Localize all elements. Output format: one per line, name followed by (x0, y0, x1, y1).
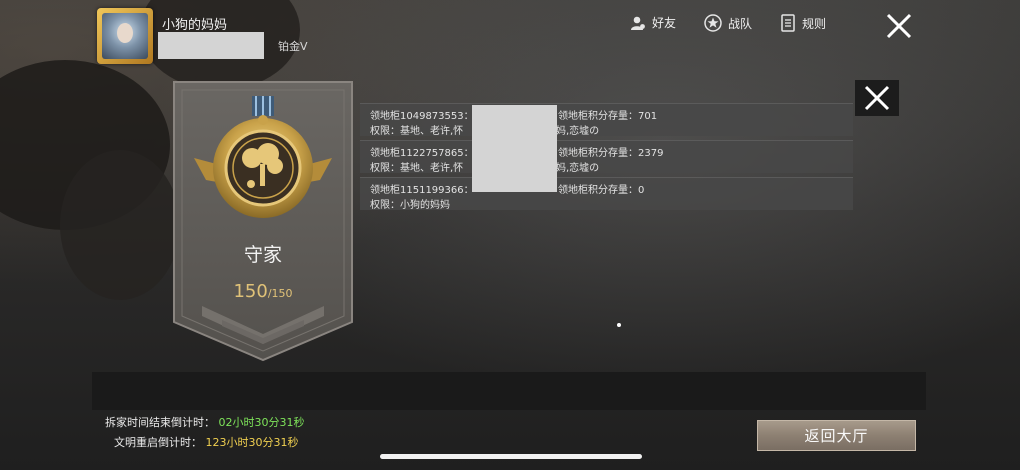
redacted-block (472, 105, 557, 192)
cabinet-permission: 权限：基地、老许,怀 (370, 126, 464, 137)
restart-timer-label: 文明重启倒计时： (114, 436, 202, 449)
cabinet-points: 领地柜积分存量：2379 (558, 148, 664, 159)
username: 小狗的妈妈 (162, 18, 228, 33)
banner-shape (173, 81, 353, 362)
close-button[interactable] (885, 12, 913, 40)
demolish-timer: 拆家时间结束倒计时： 02小时30分31秒 (105, 414, 305, 430)
close-icon (886, 13, 912, 39)
cabinet-id: 领地柜1049873553： (370, 111, 474, 122)
star-badge-icon (704, 14, 722, 32)
rules-button[interactable]: 规则 (780, 14, 826, 32)
demolish-timer-value: 02小时30分31秒 (218, 416, 305, 429)
team-label: 战队 (728, 16, 753, 31)
medal-score: 150/150 (172, 281, 354, 302)
rank-label: 铂金V (278, 40, 308, 53)
team-button[interactable]: 战队 (704, 14, 752, 32)
list-item[interactable]: 领地柜1151199366： 领地柜积分存量：0 权限：小狗的妈妈 (360, 177, 853, 211)
redacted-block (158, 32, 264, 59)
rules-label: 规则 (802, 16, 827, 31)
medal-title: 守家 (243, 244, 282, 266)
list-item[interactable]: 领地柜1049873553： 领地柜积分存量：701 权限：基地、老许,怀 妈妈… (360, 103, 853, 137)
avatar[interactable] (97, 8, 153, 64)
cabinet-id: 领地柜1122757865： (370, 148, 474, 159)
friends-button[interactable]: 好友 (630, 14, 676, 31)
cabinet-points: 领地柜积分存量：0 (558, 185, 645, 196)
return-lobby-button[interactable]: 返回大厅 (757, 420, 916, 451)
background-rock (60, 150, 180, 300)
score-total: /150 (267, 287, 293, 300)
friends-label: 好友 (652, 16, 677, 30)
close-icon (864, 85, 890, 111)
avatar-image (102, 13, 148, 59)
cabinet-id: 领地柜1151199366： (370, 185, 474, 196)
list-item[interactable]: 领地柜1122757865： 领地柜积分存量：2379 权限：基地、老许,怀 妈… (360, 140, 853, 174)
restart-timer: 文明重启倒计时： 123小时30分31秒 (114, 434, 299, 450)
medal-panel: 守家 150/150 (172, 80, 354, 362)
cursor-dot (617, 323, 621, 327)
score-current: 150 (233, 281, 268, 302)
bottom-bar (92, 372, 926, 410)
cabinet-permission: 权限：基地、老许,怀 (370, 163, 464, 174)
person-icon (631, 16, 645, 30)
cabinet-points: 领地柜积分存量：701 (558, 111, 658, 122)
restart-timer-value: 123小时30分31秒 (205, 436, 299, 449)
home-indicator[interactable] (380, 454, 642, 459)
document-icon (781, 14, 795, 32)
cabinet-permission: 权限：小狗的妈妈 (370, 200, 450, 211)
list-close-button[interactable] (855, 80, 899, 116)
demolish-timer-label: 拆家时间结束倒计时： (105, 416, 215, 429)
